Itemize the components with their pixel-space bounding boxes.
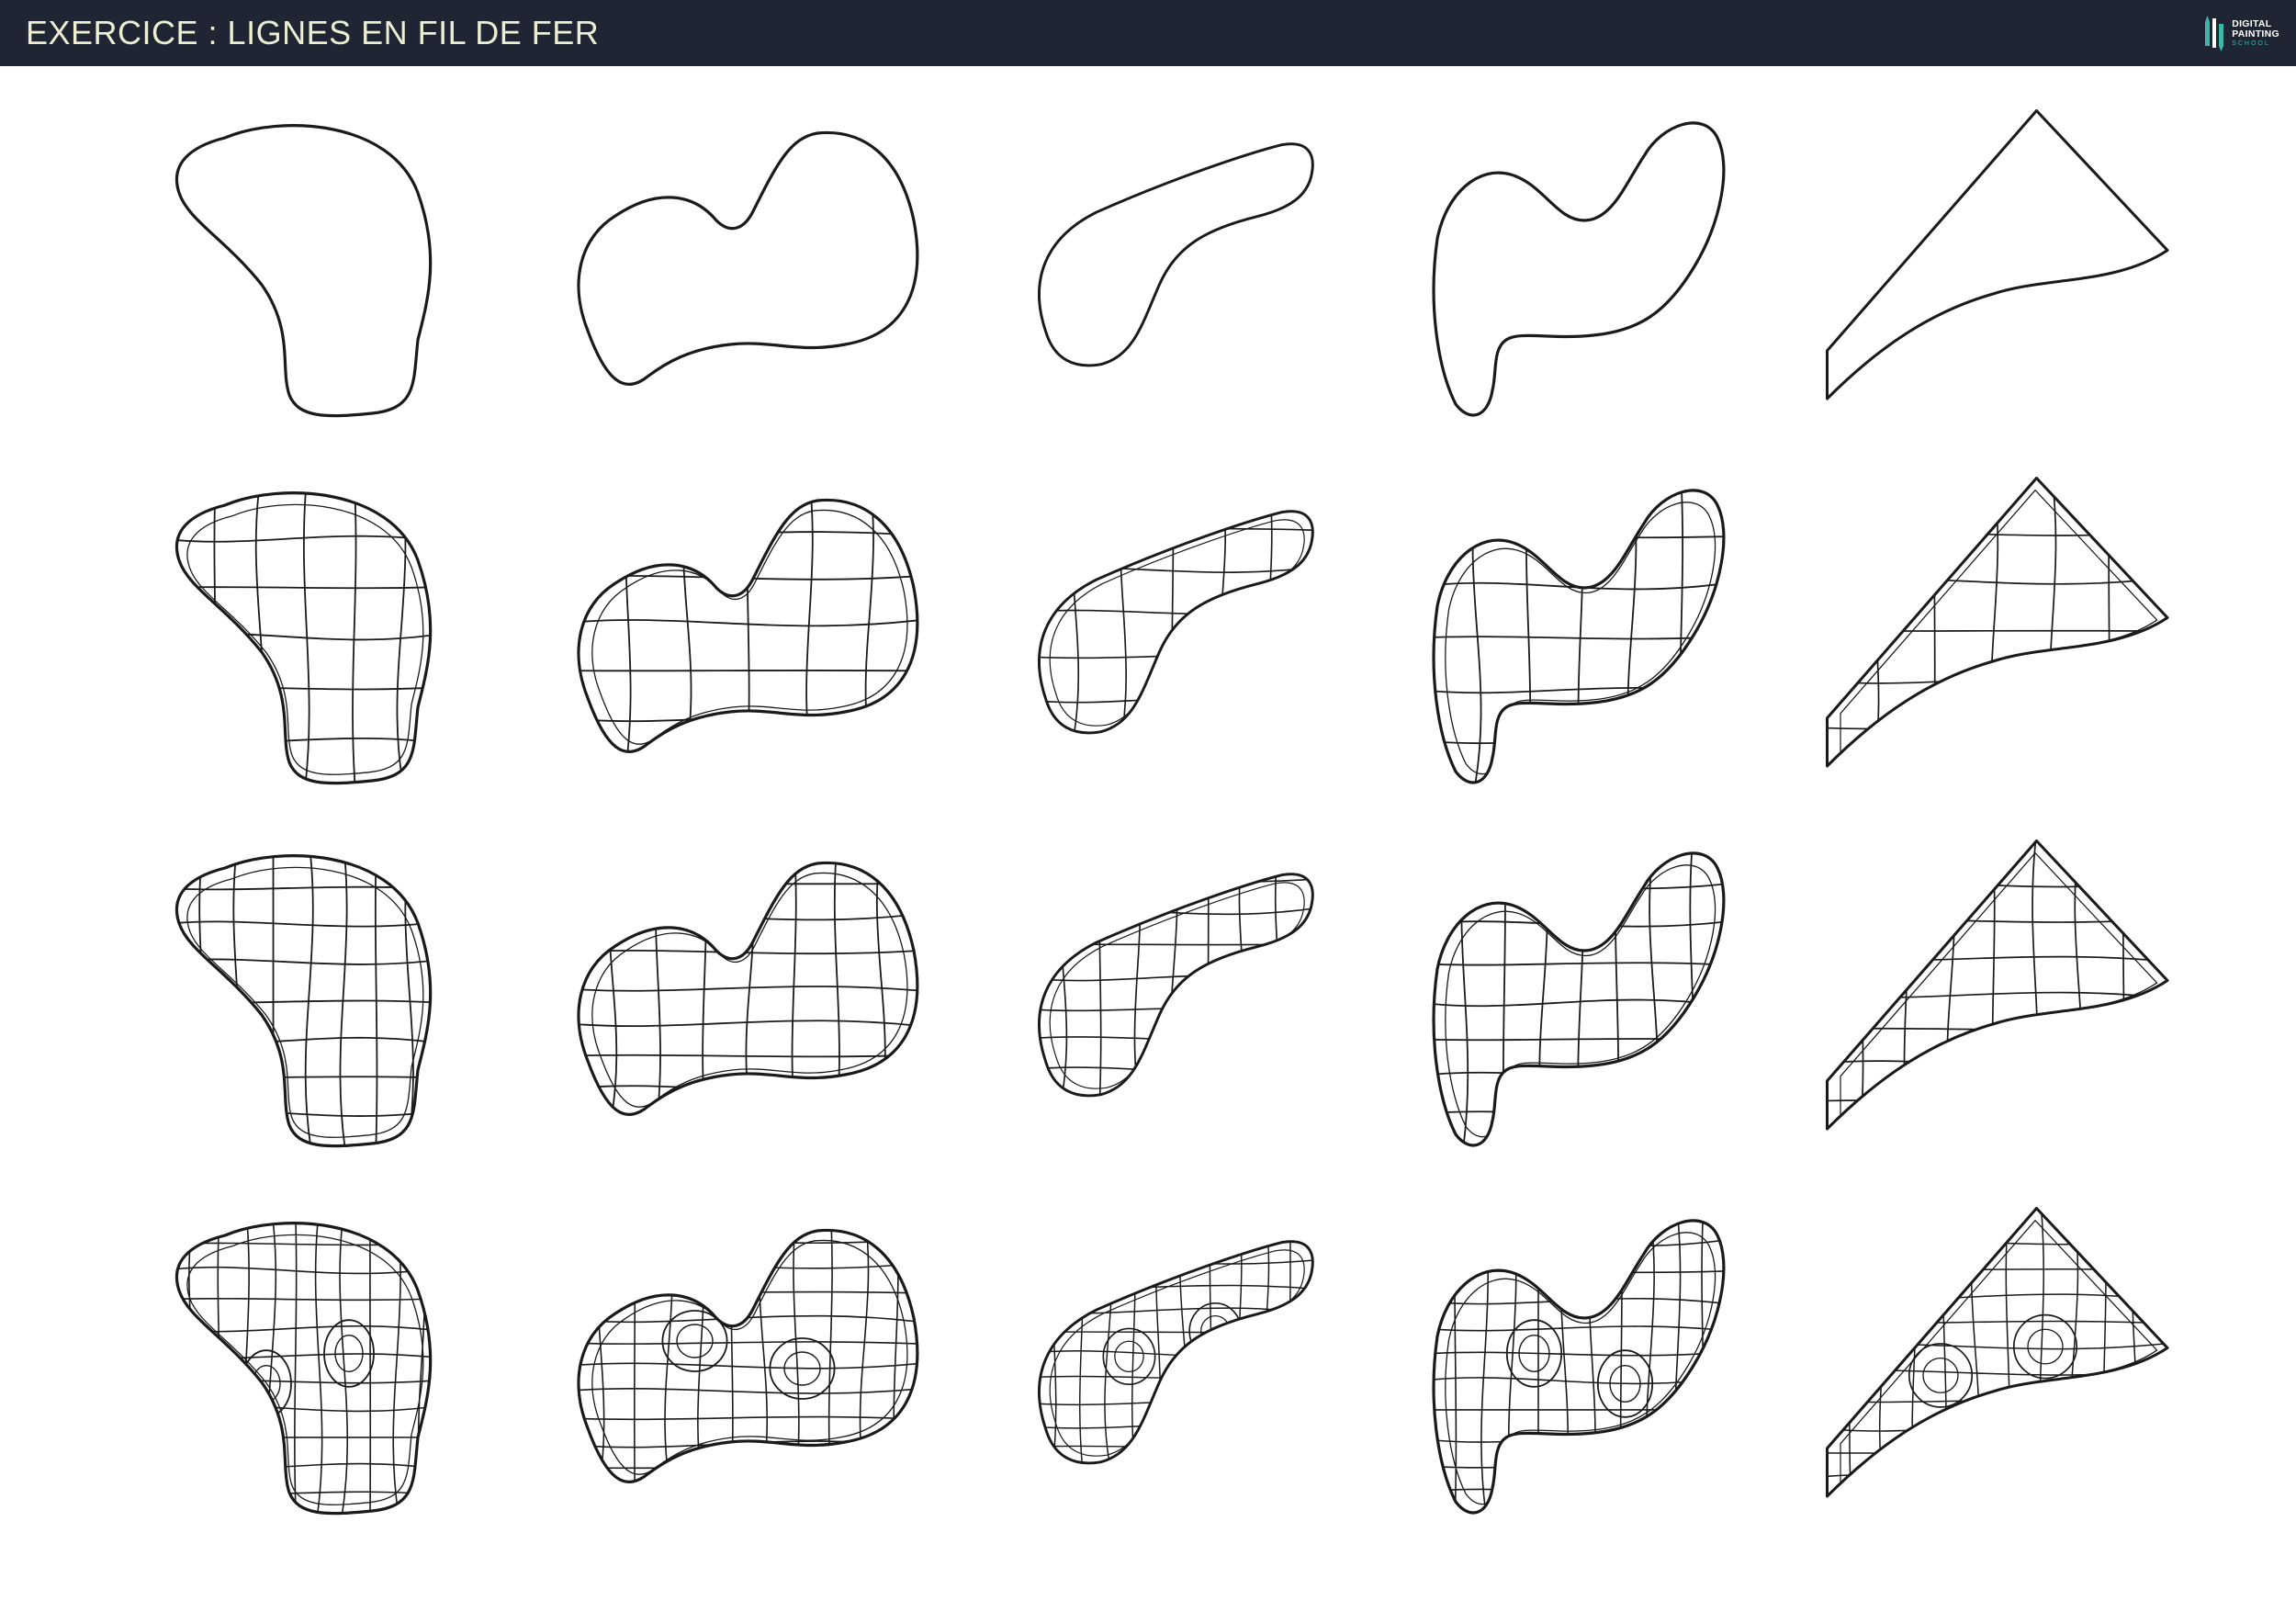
- exercise-shape-rounded-blob-wireframe-medium: [174, 854, 433, 1148]
- exercise-shape-triangular-sheet-wireframe-medium: [1825, 839, 2169, 1131]
- exercise-shape-double-hump-blob-wireframe-dense: [577, 1228, 919, 1484]
- exercise-shape-double-hump-blob-outline: [577, 130, 919, 387]
- page-title: EXERCICE : LIGNES EN FIL DE FER: [26, 14, 600, 51]
- exercise-shape-double-hump-blob-wireframe-medium: [577, 861, 919, 1117]
- exercise-shape-double-hump-blob-wireframe-sparse: [577, 498, 919, 754]
- exercise-sheet: [174, 108, 2169, 1516]
- exercise-shape-elongated-bean-wireframe-medium: [1038, 873, 1314, 1098]
- exercise-shape-s-curve-wireframe-dense: [1432, 1219, 1726, 1515]
- brand-logo: DIGITAL PAINTING SCHOOL: [2202, 11, 2279, 55]
- exercise-shape-triangular-sheet-wireframe-sparse: [1825, 476, 2169, 768]
- exercise-shape-s-curve-wireframe-sparse: [1432, 489, 1726, 784]
- exercise-shape-elongated-bean-wireframe-dense: [1038, 1240, 1314, 1465]
- exercise-shape-elongated-bean-wireframe-sparse: [1038, 510, 1314, 735]
- exercise-shape-triangular-sheet-wireframe-dense: [1825, 1206, 2169, 1498]
- exercise-shape-s-curve-wireframe-medium: [1432, 851, 1726, 1147]
- pencil-brush-icon: [2205, 16, 2224, 51]
- exercise-shape-s-curve-outline: [1432, 121, 1726, 417]
- logo-painting: PAINTING: [2232, 28, 2279, 39]
- logo-school: SCHOOL: [2232, 40, 2270, 47]
- exercise-shape-rounded-blob-wireframe-sparse: [174, 491, 433, 785]
- header-bar: EXERCICE : LIGNES EN FIL DE FER DIGITAL …: [0, 0, 2296, 66]
- logo-digital: DIGITAL: [2232, 18, 2272, 29]
- exercise-shape-rounded-blob-wireframe-dense: [174, 1222, 433, 1516]
- exercise-shape-triangular-sheet-outline: [1825, 108, 2169, 400]
- exercise-shape-rounded-blob-outline: [174, 124, 433, 418]
- exercise-shape-elongated-bean-outline: [1038, 142, 1314, 367]
